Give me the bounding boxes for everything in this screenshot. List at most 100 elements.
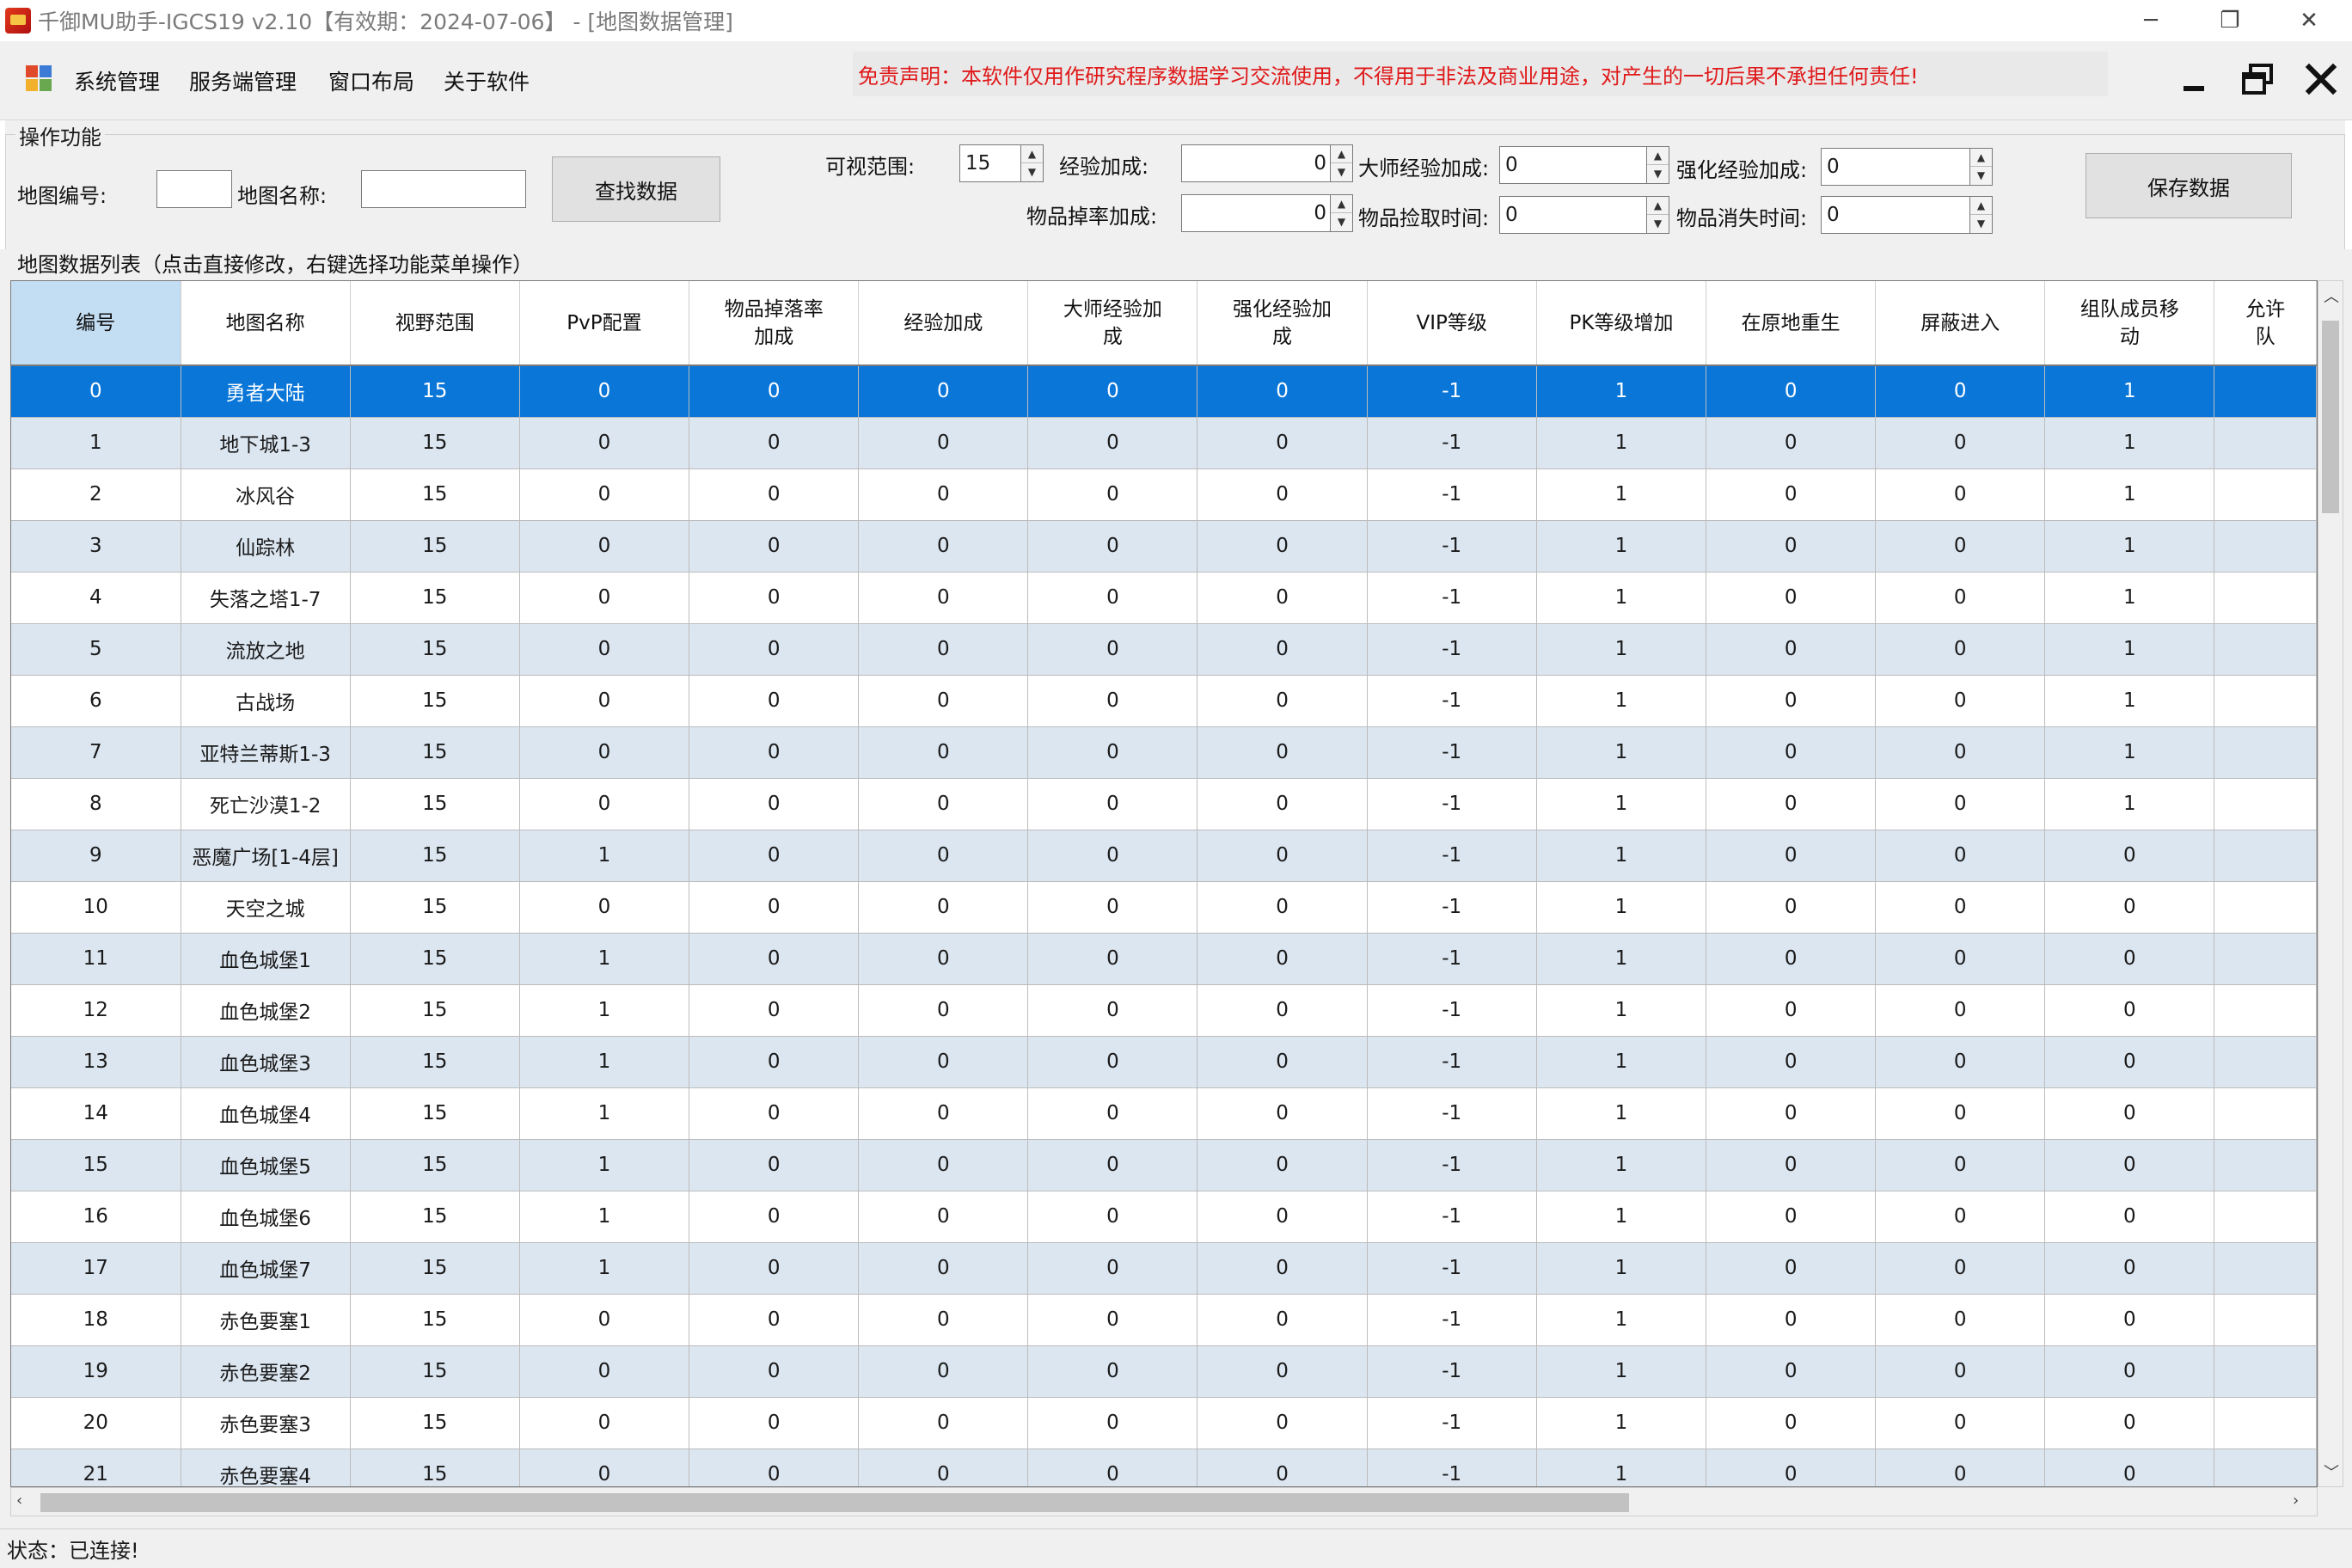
col-respawn-cell[interactable]: 0: [1706, 1139, 1877, 1191]
col-pvp-cell[interactable]: 0: [519, 520, 690, 573]
col-view-range-cell[interactable]: 15: [350, 572, 520, 624]
col-view-range-cell[interactable]: 15: [350, 469, 520, 521]
col-exp-cell[interactable]: 0: [858, 469, 1029, 521]
table-row[interactable]: 20 赤色要塞3 15 0 0 0 0 0 -1 1 0 0 0: [11, 1397, 2317, 1449]
col-block-enter-cell[interactable]: 0: [1875, 881, 2046, 934]
col-respawn-cell[interactable]: 0: [1706, 1449, 1877, 1486]
col-vip-cell[interactable]: -1: [1367, 1449, 1537, 1486]
col-pvp-cell[interactable]: 0: [519, 1294, 690, 1346]
col-enhance-exp-cell[interactable]: 0: [1197, 933, 1368, 985]
col-enhance-exp-cell[interactable]: 0: [1197, 1345, 1368, 1398]
col-id-cell[interactable]: 3: [11, 520, 181, 573]
col-id-cell[interactable]: 4: [11, 572, 181, 624]
col-exp-cell[interactable]: 0: [858, 1397, 1029, 1449]
save-data-button[interactable]: 保存数据: [2086, 153, 2292, 218]
table-row[interactable]: 13 血色城堡3 15 1 0 0 0 0 -1 1 0 0 0: [11, 1036, 2317, 1088]
col-map-name-cell[interactable]: 天空之城: [181, 881, 351, 934]
col-exp-cell[interactable]: 0: [858, 365, 1029, 418]
column-header-id[interactable]: 编号: [11, 281, 181, 366]
col-party-move-cell[interactable]: 0: [2044, 1345, 2215, 1398]
col-vip-cell[interactable]: -1: [1367, 469, 1537, 521]
col-block-enter-cell[interactable]: 0: [1875, 675, 2046, 727]
col-drop-rate-cell[interactable]: 0: [689, 778, 860, 830]
col-master-exp-cell[interactable]: 0: [1027, 675, 1198, 727]
scroll-right-icon[interactable]: ›: [2293, 1491, 2299, 1510]
col-map-name-cell[interactable]: 血色城堡7: [181, 1242, 351, 1295]
scroll-left-icon[interactable]: ‹: [16, 1491, 22, 1510]
col-drop-rate-cell[interactable]: 0: [689, 520, 860, 573]
drop-rate-input[interactable]: 0: [1181, 194, 1331, 232]
col-party-move-cell[interactable]: 1: [2044, 417, 2215, 469]
col-map-name-cell[interactable]: 血色城堡4: [181, 1087, 351, 1140]
col-exp-cell[interactable]: 0: [858, 1449, 1029, 1486]
col-block-enter-cell[interactable]: 0: [1875, 1294, 2046, 1346]
col-id-cell[interactable]: 15: [11, 1139, 181, 1191]
col-pvp-cell[interactable]: 0: [519, 778, 690, 830]
col-vip-cell[interactable]: -1: [1367, 572, 1537, 624]
col-exp-cell[interactable]: 0: [858, 572, 1029, 624]
col-exp-cell[interactable]: 0: [858, 1294, 1029, 1346]
col-allow-party-cell[interactable]: [2214, 1139, 2317, 1191]
col-drop-rate-cell[interactable]: 0: [689, 1294, 860, 1346]
col-pk-level-cell[interactable]: 1: [1536, 520, 1707, 573]
col-map-name-cell[interactable]: 赤色要塞1: [181, 1294, 351, 1346]
col-block-enter-cell[interactable]: 0: [1875, 1242, 2046, 1295]
col-pvp-cell[interactable]: 1: [519, 830, 690, 882]
col-master-exp-cell[interactable]: 0: [1027, 520, 1198, 573]
col-master-exp-cell[interactable]: 0: [1027, 572, 1198, 624]
col-allow-party-cell[interactable]: [2214, 1449, 2317, 1486]
col-view-range-cell[interactable]: 15: [350, 417, 520, 469]
col-vip-cell[interactable]: -1: [1367, 1294, 1537, 1346]
scroll-up-icon[interactable]: ︿: [2324, 285, 2339, 307]
menu-about[interactable]: 关于软件: [444, 65, 530, 96]
col-block-enter-cell[interactable]: 0: [1875, 1087, 2046, 1140]
menu-layout[interactable]: 窗口布局: [328, 65, 414, 96]
child-close-button[interactable]: [2304, 62, 2338, 96]
col-block-enter-cell[interactable]: 0: [1875, 1191, 2046, 1243]
table-row[interactable]: 12 血色城堡2 15 1 0 0 0 0 -1 1 0 0 0: [11, 984, 2317, 1037]
col-respawn-cell[interactable]: 0: [1706, 726, 1877, 779]
col-pk-level-cell[interactable]: 1: [1536, 675, 1707, 727]
col-vip-cell[interactable]: -1: [1367, 726, 1537, 779]
view-range-input[interactable]: 15: [959, 144, 1021, 182]
col-pk-level-cell[interactable]: 1: [1536, 933, 1707, 985]
col-map-name-cell[interactable]: 地下城1-3: [181, 417, 351, 469]
col-pvp-cell[interactable]: 1: [519, 1191, 690, 1243]
col-exp-cell[interactable]: 0: [858, 1087, 1029, 1140]
col-respawn-cell[interactable]: 0: [1706, 1191, 1877, 1243]
col-drop-rate-cell[interactable]: 0: [689, 1449, 860, 1486]
col-pk-level-cell[interactable]: 1: [1536, 469, 1707, 521]
col-id-cell[interactable]: 19: [11, 1345, 181, 1398]
col-master-exp-cell[interactable]: 0: [1027, 1036, 1198, 1088]
col-exp-cell[interactable]: 0: [858, 1242, 1029, 1295]
col-drop-rate-cell[interactable]: 0: [689, 1397, 860, 1449]
pickup-time-spinner[interactable]: ▲ ▼: [1647, 196, 1669, 234]
col-view-range-cell[interactable]: 15: [350, 778, 520, 830]
table-row[interactable]: 0 勇者大陆 15 0 0 0 0 0 -1 1 0 0 1: [11, 365, 2317, 418]
col-id-cell[interactable]: 20: [11, 1397, 181, 1449]
col-vip-cell[interactable]: -1: [1367, 830, 1537, 882]
col-drop-rate-cell[interactable]: 0: [689, 623, 860, 676]
col-party-move-cell[interactable]: 0: [2044, 881, 2215, 934]
col-enhance-exp-cell[interactable]: 0: [1197, 1449, 1368, 1486]
col-map-name-cell[interactable]: 恶魔广场[1-4层]: [181, 830, 351, 882]
col-exp-cell[interactable]: 0: [858, 933, 1029, 985]
col-vip-cell[interactable]: -1: [1367, 1397, 1537, 1449]
child-restore-button[interactable]: [2240, 62, 2275, 96]
col-view-range-cell[interactable]: 15: [350, 520, 520, 573]
col-drop-rate-cell[interactable]: 0: [689, 984, 860, 1037]
col-pvp-cell[interactable]: 1: [519, 1242, 690, 1295]
col-id-cell[interactable]: 11: [11, 933, 181, 985]
col-pvp-cell[interactable]: 1: [519, 1036, 690, 1088]
column-header-drop-rate[interactable]: 物品掉落率 加成: [689, 281, 860, 366]
col-allow-party-cell[interactable]: [2214, 778, 2317, 830]
col-master-exp-cell[interactable]: 0: [1027, 365, 1198, 418]
col-view-range-cell[interactable]: 15: [350, 726, 520, 779]
col-drop-rate-cell[interactable]: 0: [689, 1139, 860, 1191]
col-view-range-cell[interactable]: 15: [350, 1294, 520, 1346]
col-exp-cell[interactable]: 0: [858, 675, 1029, 727]
exp-bonus-input[interactable]: 0: [1181, 144, 1331, 182]
table-row[interactable]: 4 失落之塔1-7 15 0 0 0 0 0 -1 1 0 0 1: [11, 572, 2317, 624]
col-drop-rate-cell[interactable]: 0: [689, 726, 860, 779]
col-party-move-cell[interactable]: 0: [2044, 984, 2215, 1037]
